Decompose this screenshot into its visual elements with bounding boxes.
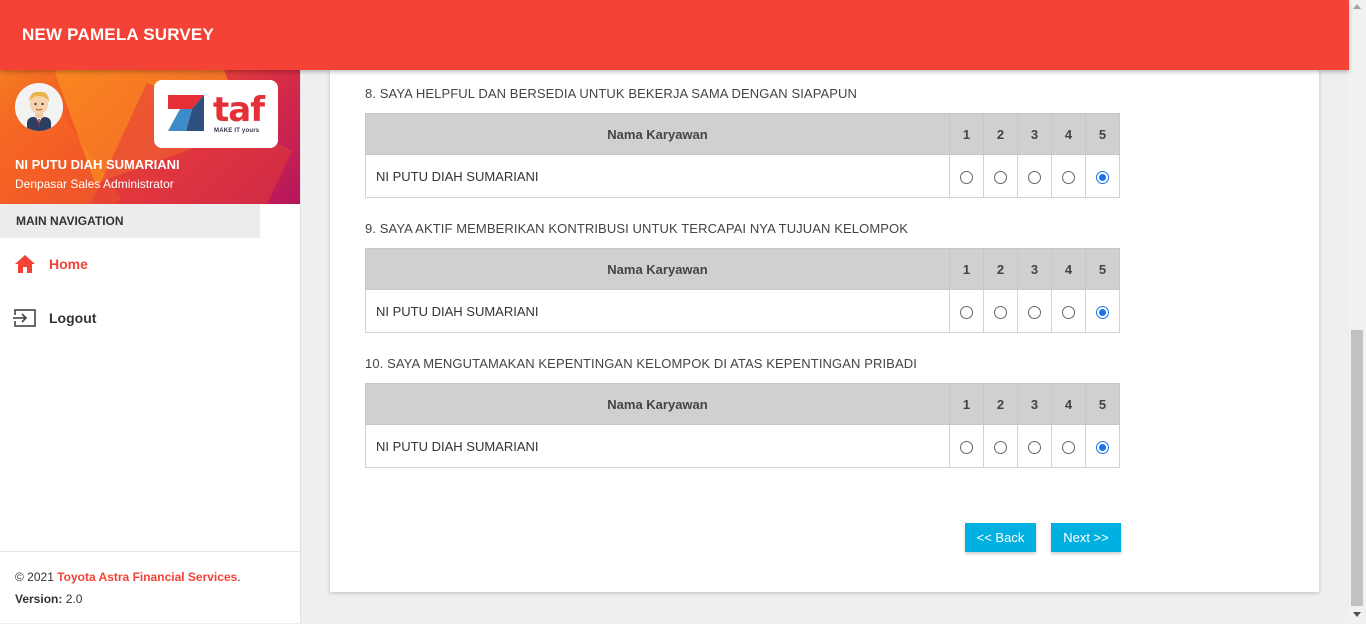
next-button[interactable]: Next >> [1051,523,1121,552]
copyright-prefix: © 2021 [15,570,54,584]
rating-radio-1[interactable] [960,305,973,319]
avatar [15,83,63,131]
column-header-4: 4 [1051,113,1086,155]
rating-table: Nama Karyawan 1 2 3 4 5 NI PUTU DIAH SUM… [365,383,1120,468]
home-icon [13,253,37,275]
rating-radio-5[interactable] [1096,170,1109,184]
table-row: NI PUTU DIAH SUMARIANI [365,154,1120,198]
column-header-4: 4 [1051,383,1086,425]
taf-logo-mark-icon [168,95,204,131]
rating-radio-2[interactable] [994,440,1007,454]
column-header-1: 1 [949,383,984,425]
rating-radio-4[interactable] [1062,440,1075,454]
nav-header-label: MAIN NAVIGATION [16,214,124,228]
scrollbar-thumb[interactable] [1351,330,1363,606]
column-header-name: Nama Karyawan [365,113,950,155]
sidebar-item-logout[interactable]: Logout [0,298,300,338]
rating-table: Nama Karyawan 1 2 3 4 5 NI PUTU DIAH SUM… [365,113,1120,198]
sidebar-footer: © 2021 Toyota Astra Financial Services. … [0,551,300,624]
column-header-5: 5 [1085,383,1120,425]
logo-wordmark: taf [213,90,265,130]
column-header-4: 4 [1051,248,1086,290]
column-header-2: 2 [983,383,1018,425]
app-title: NEW PAMELA SURVEY [22,25,214,44]
rating-radio-3[interactable] [1028,170,1041,184]
scroll-down-arrow-icon[interactable] [1353,612,1361,617]
copyright: © 2021 Toyota Astra Financial Services. [15,570,241,584]
top-app-bar: NEW PAMELA SURVEY [0,0,1349,70]
page-scrollbar[interactable] [1349,0,1366,623]
user-name: NI PUTU DIAH SUMARIANI [15,157,180,172]
rating-radio-2[interactable] [994,170,1007,184]
column-header-2: 2 [983,113,1018,155]
employee-name: NI PUTU DIAH SUMARIANI [365,154,950,198]
logout-icon [13,307,37,329]
copyright-suffix: . [237,570,241,584]
rating-radio-2[interactable] [994,305,1007,319]
rating-radio-5[interactable] [1096,440,1109,454]
rating-radio-4[interactable] [1062,170,1075,184]
column-header-5: 5 [1085,248,1120,290]
sidebar-item-label: Logout [49,310,97,326]
survey-card: 8. SAYA HELPFUL DAN BERSEDIA UNTUK BEKER… [330,70,1319,592]
taf-logo: taf MAKE IT yours [154,80,278,148]
rating-radio-4[interactable] [1062,305,1075,319]
back-button[interactable]: << Back [965,523,1036,552]
column-header-name: Nama Karyawan [365,248,950,290]
rating-radio-5[interactable] [1096,305,1109,319]
user-role: Denpasar Sales Administrator [15,177,174,191]
rating-radio-1[interactable] [960,170,973,184]
column-header-2: 2 [983,248,1018,290]
company-link[interactable]: Toyota Astra Financial Services [57,570,237,584]
rating-radio-3[interactable] [1028,440,1041,454]
table-row: NI PUTU DIAH SUMARIANI [365,289,1120,333]
sidebar: taf MAKE IT yours NI PUTU DIAH SUMARIANI… [0,70,301,623]
sidebar-item-home[interactable]: Home [0,244,300,284]
column-header-3: 3 [1017,113,1052,155]
sidebar-item-label: Home [49,256,88,272]
version: Version: 2.0 [15,592,82,606]
rating-radio-1[interactable] [960,440,973,454]
column-header-3: 3 [1017,383,1052,425]
user-panel: taf MAKE IT yours NI PUTU DIAH SUMARIANI… [0,70,300,204]
column-header-1: 1 [949,113,984,155]
version-value: 2.0 [65,592,83,606]
question-text: 8. SAYA HELPFUL DAN BERSEDIA UNTUK BEKER… [365,86,858,101]
logo-tagline: MAKE IT yours [214,128,260,134]
version-label: Version: [15,592,63,606]
column-header-3: 3 [1017,248,1052,290]
nav-header: MAIN NAVIGATION [0,204,260,238]
question-text: 9. SAYA AKTIF MEMBERIKAN KONTRIBUSI UNTU… [365,221,909,236]
scroll-up-arrow-icon[interactable] [1353,4,1361,9]
employee-name: NI PUTU DIAH SUMARIANI [365,289,950,333]
rating-radio-3[interactable] [1028,305,1041,319]
rating-table: Nama Karyawan 1 2 3 4 5 NI PUTU DIAH SUM… [365,248,1120,333]
question-text: 10. SAYA MENGUTAMAKAN KEPENTINGAN KELOMP… [365,356,917,371]
employee-name: NI PUTU DIAH SUMARIANI [365,424,950,468]
table-row: NI PUTU DIAH SUMARIANI [365,424,1120,468]
column-header-name: Nama Karyawan [365,383,950,425]
column-header-5: 5 [1085,113,1120,155]
column-header-1: 1 [949,248,984,290]
